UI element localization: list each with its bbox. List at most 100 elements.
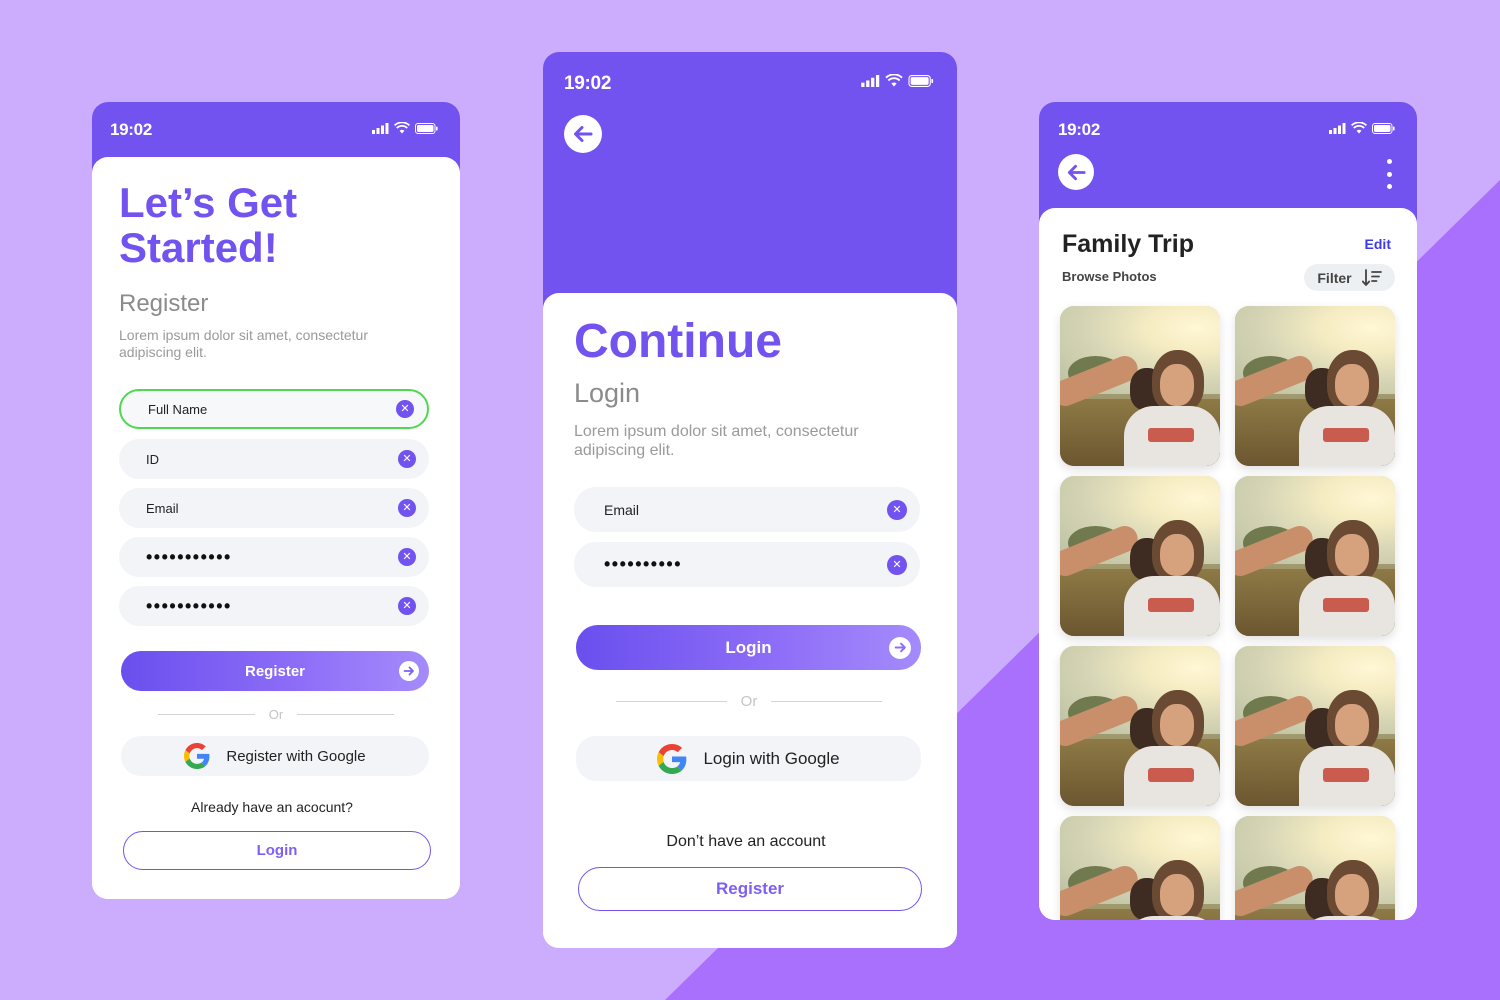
divider-line [771, 701, 883, 702]
kebab-menu-icon[interactable] [1385, 159, 1393, 189]
status-bar-icons [372, 122, 438, 134]
password-value: ••••••••••• [146, 546, 232, 567]
photo-shirt-logo [1323, 598, 1369, 612]
page-subtitle: Register [119, 290, 209, 317]
photo-face [1335, 874, 1369, 916]
album-subtitle: Browse Photos [1062, 269, 1157, 284]
login-button[interactable]: Login [123, 831, 431, 870]
close-icon[interactable]: ✕ [398, 450, 416, 468]
photo-face [1335, 534, 1369, 576]
photo-face [1160, 874, 1194, 916]
status-bar-icons [861, 74, 934, 87]
status-time: 19:02 [564, 73, 612, 94]
email-field[interactable]: Email ✕ [119, 488, 429, 528]
wifi-icon [394, 122, 410, 134]
photo-shirt-logo [1148, 598, 1194, 612]
google-button-label: Login with Google [703, 748, 840, 768]
wifi-icon [885, 74, 903, 87]
album-screen: 19:02 Family Trip Browse Photos Edit Fil… [1039, 102, 1417, 920]
album-title: Family Trip [1062, 230, 1194, 258]
photo-thumbnail[interactable] [1235, 646, 1395, 806]
page-title: Let’s Get Started! [119, 179, 298, 272]
status-time: 19:02 [110, 120, 152, 139]
password-value: •••••••••• [604, 554, 683, 574]
photo-thumbnail[interactable] [1060, 476, 1220, 636]
photo-thumbnail[interactable] [1060, 816, 1220, 920]
filter-label: Filter [1317, 269, 1352, 286]
arrow-right-circle-icon [889, 636, 911, 659]
photo-thumbnail[interactable] [1235, 476, 1395, 636]
close-icon[interactable]: ✕ [887, 554, 907, 575]
status-time: 19:02 [1058, 120, 1100, 139]
email-field[interactable]: Email ✕ [574, 487, 920, 532]
register-button[interactable]: Register [121, 651, 429, 691]
password-field[interactable]: •••••••••• ✕ [574, 542, 920, 587]
page-title: Continue [574, 315, 782, 368]
divider-label: Or [268, 707, 284, 722]
arrow-right-circle-icon [399, 661, 419, 681]
close-icon[interactable]: ✕ [396, 400, 414, 418]
back-button[interactable] [564, 115, 602, 153]
id-placeholder: ID [146, 451, 159, 467]
register-button[interactable]: Register [578, 867, 922, 911]
photo-shirt-logo [1148, 428, 1194, 442]
kebab-dot [1386, 184, 1392, 189]
kebab-dot [1386, 159, 1392, 164]
or-divider: Or [158, 707, 395, 722]
login-screen: 19:02 Continue Login Lorem ipsum dolor s… [543, 52, 957, 948]
photo-face [1160, 704, 1194, 746]
back-button[interactable] [1058, 154, 1094, 190]
wifi-icon [1351, 122, 1367, 134]
login-button[interactable]: Login [576, 625, 921, 670]
battery-icon [1372, 122, 1395, 134]
full-name-placeholder: Full Name [148, 401, 208, 417]
register-screen: 19:02 Let’s Get Started! Register Lorem … [92, 102, 460, 899]
edit-link[interactable]: Edit [1365, 236, 1391, 252]
photo-shirt-logo [1323, 768, 1369, 782]
page-description: Lorem ipsum dolor sit amet, consectetur … [119, 327, 368, 360]
photo-face [1335, 704, 1369, 746]
confirm-password-value: ••••••••••• [146, 595, 232, 616]
status-bar-icons [1329, 122, 1395, 134]
signal-icon [1329, 122, 1346, 134]
close-icon[interactable]: ✕ [398, 597, 416, 615]
google-logo-icon [184, 743, 210, 769]
battery-icon [908, 74, 934, 87]
close-icon[interactable]: ✕ [887, 499, 907, 520]
close-icon[interactable]: ✕ [398, 499, 416, 517]
full-name-field[interactable]: Full Name ✕ [119, 389, 429, 429]
login-with-google-button[interactable]: Login with Google [576, 736, 921, 781]
id-field[interactable]: ID ✕ [119, 439, 429, 479]
register-with-google-button[interactable]: Register with Google [121, 736, 429, 776]
page-subtitle: Login [574, 378, 641, 408]
arrow-left-icon [574, 126, 593, 142]
photo-face [1335, 364, 1369, 406]
photo-thumbnail[interactable] [1060, 306, 1220, 466]
close-icon[interactable]: ✕ [398, 548, 416, 566]
divider-line [158, 714, 255, 715]
register-button-label: Register [244, 662, 306, 680]
filter-button[interactable]: Filter [1304, 264, 1395, 291]
signal-icon [372, 122, 389, 134]
divider-label: Or [740, 693, 758, 710]
photo-thumbnail[interactable] [1060, 646, 1220, 806]
divider-line [616, 701, 727, 702]
register-hint: Don’t have an account [666, 833, 826, 850]
sort-descending-icon [1361, 268, 1382, 286]
email-placeholder: Email [146, 500, 179, 516]
login-button-label: Login [725, 637, 772, 657]
photo-thumbnail[interactable] [1235, 306, 1395, 466]
photo-face [1160, 534, 1194, 576]
photo-shirt-logo [1323, 428, 1369, 442]
photo-thumbnail[interactable] [1235, 816, 1395, 920]
photo-face [1160, 364, 1194, 406]
page-description: Lorem ipsum dolor sit amet, consectetur … [574, 423, 859, 460]
confirm-password-field[interactable]: ••••••••••• ✕ [119, 586, 429, 626]
arrow-left-icon [1067, 164, 1086, 180]
password-field[interactable]: ••••••••••• ✕ [119, 537, 429, 577]
divider-line [297, 714, 395, 715]
login-hint: Already have an acocunt? [191, 799, 353, 815]
or-divider: Or [616, 693, 883, 710]
signal-icon [861, 74, 880, 87]
photo-shirt-logo [1148, 768, 1194, 782]
